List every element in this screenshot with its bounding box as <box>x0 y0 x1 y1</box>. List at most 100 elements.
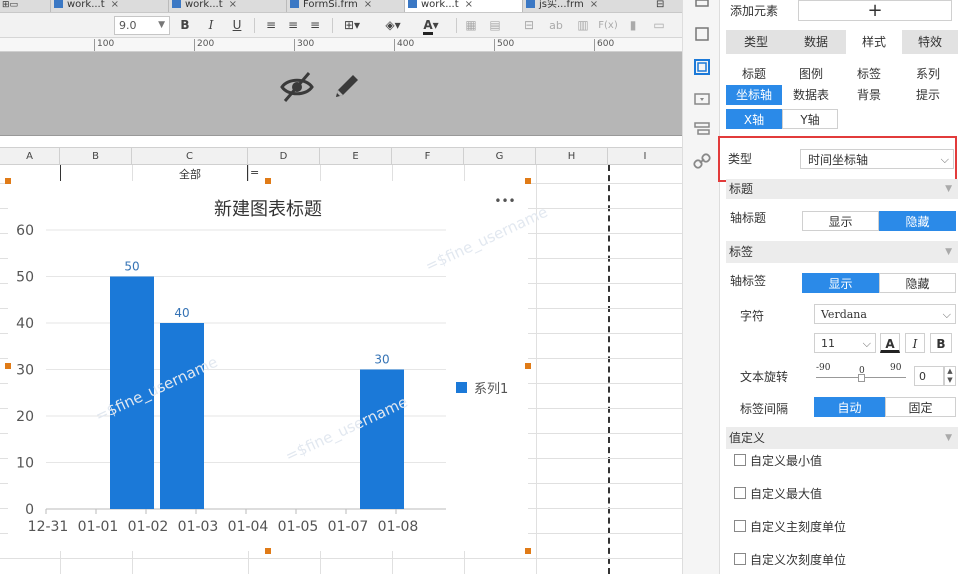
close-icon[interactable]: × <box>229 0 237 10</box>
column-header[interactable]: G <box>464 148 536 165</box>
column-header[interactable]: I <box>608 148 682 165</box>
axis-label-hide-button[interactable]: 隐藏 <box>879 273 956 293</box>
merge-icon[interactable]: ▦ <box>462 16 480 35</box>
underline-button[interactable]: U <box>228 16 246 35</box>
widget-icon[interactable] <box>693 90 711 108</box>
subtab-title[interactable]: 标题 <box>726 64 782 84</box>
section-label[interactable]: 标签 ▼ <box>726 241 958 263</box>
subtab-label[interactable]: 标签 <box>840 64 898 84</box>
subtab-background[interactable]: 背景 <box>840 85 898 105</box>
table-icon[interactable]: ▥ <box>574 16 592 35</box>
chart-property-icon[interactable] <box>693 58 711 76</box>
resize-handle[interactable] <box>525 363 531 369</box>
chart-menu-icon[interactable]: ••• <box>494 194 515 208</box>
align-right-icon[interactable]: ≡ <box>306 16 324 35</box>
component-icon[interactable] <box>693 0 711 18</box>
fill-color-icon[interactable]: ◈▾ <box>378 16 408 35</box>
custom-minor-checkbox[interactable] <box>734 553 746 565</box>
subtab-series[interactable]: 系列 <box>898 64 958 84</box>
ruler-tick: 200 <box>194 39 214 51</box>
x-axis-tab[interactable]: X轴 <box>726 109 782 129</box>
resize-handle[interactable] <box>265 178 271 184</box>
formula-button[interactable]: F(x) <box>596 16 620 35</box>
add-element-button[interactable]: + <box>798 0 952 21</box>
column-header[interactable]: B <box>60 148 132 165</box>
tab-misc[interactable]: ⊞▭ <box>0 0 50 12</box>
subtab-datatable[interactable]: 数据表 <box>782 85 840 105</box>
hyperlink-icon[interactable] <box>693 152 711 170</box>
resize-handle[interactable] <box>265 548 271 554</box>
column-header[interactable]: D <box>248 148 320 165</box>
tab-list-icon[interactable]: ⊟ <box>650 0 682 12</box>
border-icon[interactable]: ⊞▾ <box>338 16 366 35</box>
font-size-select[interactable]: 9.0 ▼ <box>114 16 170 35</box>
file-tab-4[interactable]: work...t × <box>404 0 522 12</box>
tab-type[interactable]: 类型 <box>726 30 786 54</box>
hide-eye-icon[interactable] <box>279 70 315 104</box>
text-ab-button[interactable]: ab <box>546 16 566 35</box>
subtab-tooltip[interactable]: 提示 <box>898 85 958 105</box>
text-color-button[interactable]: A▾ <box>416 16 446 35</box>
resize-handle[interactable] <box>5 178 11 184</box>
edit-pencil-icon[interactable] <box>331 70 363 102</box>
column-header[interactable]: E <box>320 148 392 165</box>
interval-fixed-button[interactable]: 固定 <box>885 397 956 417</box>
close-icon[interactable]: × <box>590 0 598 10</box>
column-header[interactable]: F <box>392 148 464 165</box>
rotate-value-input[interactable]: 0 <box>914 366 944 386</box>
interval-auto-button[interactable]: 自动 <box>814 397 885 417</box>
resize-handle[interactable] <box>5 363 11 369</box>
custom-max-checkbox[interactable] <box>734 487 746 499</box>
close-icon[interactable]: × <box>364 0 372 10</box>
column-header[interactable]: C <box>132 148 248 165</box>
tab-effects[interactable]: 特效 <box>902 30 958 54</box>
section-title[interactable]: 标题 ▼ <box>726 179 958 199</box>
chart-title[interactable]: 新建图表标题 <box>214 199 322 220</box>
bold-toggle[interactable]: B <box>930 333 952 353</box>
stack-icon[interactable] <box>693 120 711 138</box>
column-header[interactable]: A <box>0 148 60 165</box>
font-size-dropdown[interactable]: 11 ⌵ <box>814 333 876 353</box>
italic-button[interactable]: I <box>202 16 220 35</box>
close-icon[interactable]: × <box>111 0 119 10</box>
subtab-legend[interactable]: 图例 <box>782 64 840 84</box>
tab-style[interactable]: 样式 <box>846 30 902 54</box>
axis-label-show-button[interactable]: 显示 <box>802 273 879 293</box>
rotate-stepper[interactable]: ▲ ▼ <box>944 366 956 386</box>
file-tab-3[interactable]: FormSi.frm × <box>286 0 404 12</box>
rotate-label: 文本旋转 <box>740 370 789 384</box>
subtab-axis[interactable]: 坐标轴 <box>726 85 782 105</box>
layout-icon[interactable] <box>693 25 711 43</box>
chart-widget[interactable]: 新建图表标题 ••• 0 10 20 30 40 50 60 50 40 30 12-31 01-… <box>8 181 528 551</box>
resize-handle[interactable] <box>525 548 531 554</box>
column-header[interactable]: H <box>536 148 608 165</box>
file-tab-5[interactable]: js实...frm × <box>522 0 640 12</box>
resize-handle[interactable] <box>525 178 531 184</box>
font-family-select[interactable]: Verdana ⌵ <box>814 304 956 324</box>
link-icon[interactable]: ⊟ <box>520 16 538 35</box>
rotate-slider-thumb[interactable] <box>858 374 865 382</box>
file-tab-1[interactable]: work...t × <box>50 0 168 12</box>
y-axis-tab[interactable]: Y轴 <box>782 109 838 129</box>
cell-c1[interactable]: 全部 <box>132 166 248 182</box>
axis-type-select[interactable]: 时间坐标轴 ⌵ <box>800 149 954 169</box>
axis-title-show-button[interactable]: 显示 <box>802 211 879 231</box>
close-icon[interactable]: × <box>465 0 473 10</box>
custom-min-checkbox[interactable] <box>734 454 746 466</box>
align-center-icon[interactable]: ≡ <box>284 16 302 35</box>
align-left-icon[interactable]: ≡ <box>262 16 280 35</box>
grid-icon[interactable]: ▤ <box>486 16 504 35</box>
italic-toggle[interactable]: I <box>905 333 925 353</box>
section-value-define[interactable]: 值定义 ▼ <box>726 427 958 449</box>
font-size-value: 9.0 <box>119 19 137 32</box>
axis-title-hide-button[interactable]: 隐藏 <box>879 211 956 231</box>
file-tab-2[interactable]: work...t × <box>168 0 286 12</box>
font-color-button[interactable]: A <box>880 333 900 353</box>
image-icon[interactable]: ▭ <box>650 16 668 35</box>
tab-data[interactable]: 数据 <box>786 30 846 54</box>
custom-major-checkbox[interactable] <box>734 520 746 532</box>
legend-label[interactable]: 系列1 <box>474 382 508 397</box>
bar-chart-icon[interactable]: ▮ <box>624 16 642 35</box>
cell-d1[interactable]: = <box>250 166 259 179</box>
bold-button[interactable]: B <box>176 16 194 35</box>
